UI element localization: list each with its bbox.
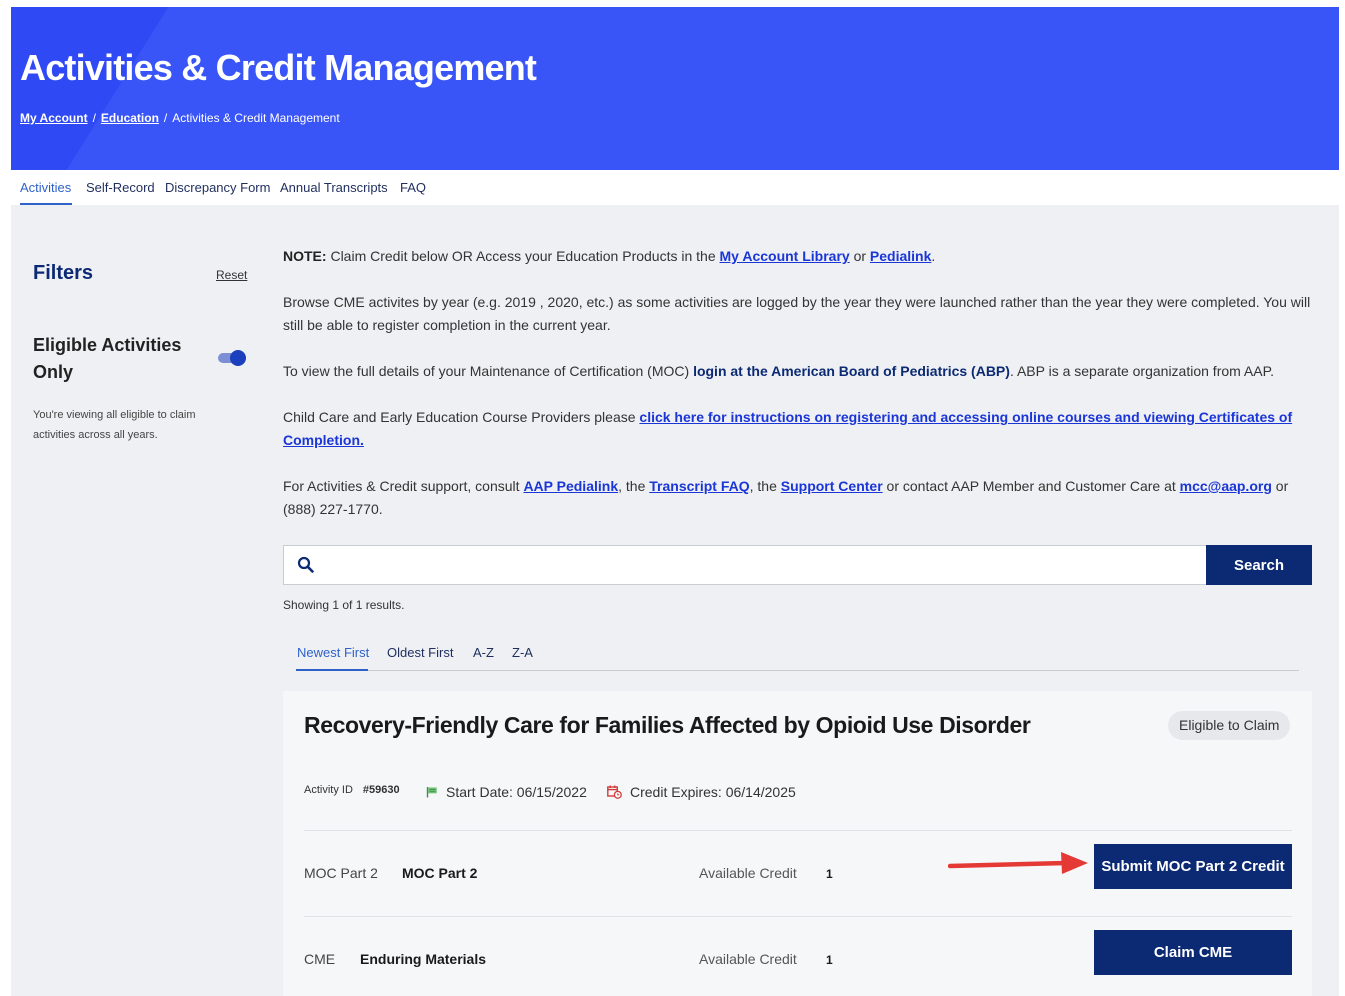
card-divider	[304, 916, 1292, 917]
childcare-paragraph: Child Care and Early Education Course Pr…	[283, 406, 1318, 452]
credit-expires: Credit Expires: 06/14/2025	[607, 784, 796, 800]
support-text: or contact AAP Member and Customer Care …	[882, 478, 1180, 494]
sort-oldest-first[interactable]: Oldest First	[387, 645, 453, 660]
eligible-activities-label: Eligible Activities Only	[33, 335, 182, 382]
activity-title: Recovery-Friendly Care for Families Affe…	[304, 712, 1031, 738]
moc-text: . ABP is a separate organization from AA…	[1009, 363, 1275, 379]
support-paragraph: For Activities & Credit support, consult…	[283, 475, 1318, 521]
available-credit-label: Available Credit	[699, 865, 797, 881]
available-credit-value: 1	[826, 867, 833, 881]
note-text: Claim Credit below OR Access your Educat…	[326, 248, 720, 264]
activity-id: Activity ID #59630	[304, 784, 400, 796]
mcc-email-link[interactable]: mcc@aap.org	[1180, 478, 1272, 494]
start-date-text: Start Date: 06/15/2022	[446, 784, 587, 800]
browse-paragraph: Browse CME activites by year (e.g. 2019 …	[283, 294, 1311, 333]
search-input[interactable]	[324, 546, 1194, 584]
eligible-activities-toggle[interactable]	[218, 350, 248, 366]
tab-discrepancy-form[interactable]: Discrepancy Form	[165, 180, 270, 195]
credit-type: CME	[304, 951, 336, 967]
toggle-knob	[230, 350, 246, 366]
tabs-bar: Activities Self-Record Discrepancy Form …	[11, 170, 1339, 205]
note-text: .	[931, 248, 936, 264]
note-prefix: NOTE:	[283, 248, 327, 264]
search-box	[283, 545, 1207, 585]
aap-pedialink-link[interactable]: AAP Pedialink	[523, 478, 618, 494]
start-date: Start Date: 06/15/2022	[426, 784, 587, 800]
note-paragraph: NOTE: Claim Credit below OR Access your …	[283, 245, 1318, 268]
breadcrumb-my-account[interactable]: My Account	[20, 111, 88, 125]
active-sort-indicator	[296, 669, 368, 671]
sort-tabs-divider	[296, 670, 1299, 671]
tab-activities[interactable]: Activities	[20, 180, 71, 195]
sort-z-a[interactable]: Z-A	[512, 645, 533, 660]
support-text: For Activities & Credit support, consult	[283, 478, 524, 494]
support-text: , the	[749, 478, 781, 494]
moc-paragraph: To view the full details of your Mainten…	[283, 360, 1318, 383]
eligibility-badge: Eligible to Claim	[1168, 711, 1291, 740]
submit-moc-part2-button[interactable]: Submit MOC Part 2 Credit	[1094, 844, 1292, 889]
childcare-text: Child Care and Early Education Course Pr…	[283, 409, 640, 425]
sort-newest-first[interactable]: Newest First	[297, 645, 369, 660]
moc-text: To view the full details of your Mainten…	[283, 363, 694, 379]
breadcrumb-separator: /	[92, 111, 96, 125]
active-tab-indicator	[20, 203, 72, 205]
filters-title: Filters	[33, 262, 94, 284]
search-icon	[297, 556, 314, 573]
page-frame: Activities & Credit Management My Accoun…	[11, 7, 1339, 996]
page-title: Activities & Credit Management	[20, 47, 537, 88]
reset-filters-link[interactable]: Reset	[216, 268, 247, 282]
pedialink-link[interactable]: Pedialink	[870, 248, 931, 264]
tab-faq[interactable]: FAQ	[400, 180, 426, 195]
header-banner: Activities & Credit Management My Accoun…	[11, 7, 1339, 170]
support-text: , the	[618, 478, 650, 494]
tab-self-record[interactable]: Self-Record	[86, 180, 155, 195]
abp-login-link[interactable]: login at the American Board of Pediatric…	[693, 363, 1010, 379]
breadcrumb-education[interactable]: Education	[101, 111, 159, 125]
sort-a-z[interactable]: A-Z	[473, 645, 494, 660]
my-account-library-link[interactable]: My Account Library	[720, 248, 850, 264]
credit-name: Enduring Materials	[360, 951, 487, 967]
credit-expires-text: Credit Expires: 06/14/2025	[630, 784, 796, 800]
flag-icon	[426, 787, 437, 798]
credit-name: MOC Part 2	[402, 865, 478, 881]
credit-type: MOC Part 2	[304, 865, 378, 881]
calendar-clock-icon	[607, 785, 622, 799]
filter-note: You're viewing all eligible to claim act…	[33, 409, 196, 441]
breadcrumb: My Account / Education / Activities & Credit…	[20, 111, 340, 125]
claim-cme-button[interactable]: Claim CME	[1094, 930, 1292, 975]
available-credit-label: Available Credit	[699, 951, 797, 967]
activity-id-label: Activity ID	[304, 784, 353, 796]
breadcrumb-separator: /	[163, 111, 168, 125]
activity-card: Recovery-Friendly Care for Families Affe…	[283, 691, 1312, 996]
card-divider	[304, 830, 1292, 831]
available-credit-value: 1	[826, 953, 833, 967]
breadcrumb-current: Activities & Credit Management	[172, 111, 340, 125]
note-text: or	[849, 248, 870, 264]
results-count: Showing 1 of 1 results.	[283, 598, 405, 612]
search-button[interactable]: Search	[1206, 545, 1312, 585]
activity-id-value: #59630	[362, 784, 400, 796]
tab-annual-transcripts[interactable]: Annual Transcripts	[280, 180, 388, 195]
support-center-link[interactable]: Support Center	[781, 478, 883, 494]
red-arrow-icon	[948, 852, 1088, 874]
transcript-faq-link[interactable]: Transcript FAQ	[649, 478, 749, 494]
